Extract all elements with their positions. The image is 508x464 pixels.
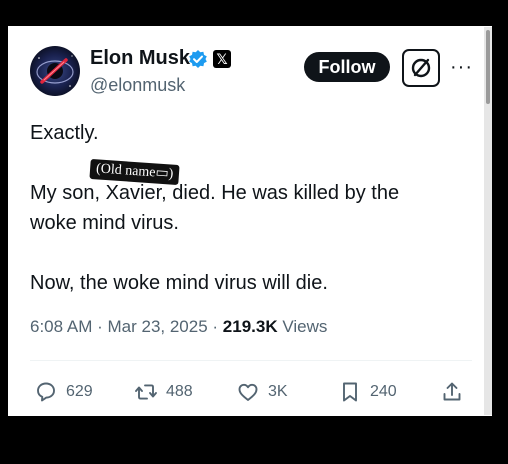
- tweet-text-line: Exactly.: [30, 122, 99, 144]
- author-handle[interactable]: @elonmusk: [90, 75, 185, 96]
- avatar[interactable]: [30, 46, 80, 96]
- tweet-content: Elon Musk 𝕏 @elonmusk Follow ··· Exactly…: [8, 26, 492, 416]
- like-button[interactable]: 3K: [236, 378, 288, 406]
- tweet-date[interactable]: Mar 23, 2025: [107, 317, 207, 336]
- divider: [30, 360, 472, 361]
- repost-count: 488: [166, 383, 193, 400]
- heart-icon: [238, 383, 258, 401]
- bookmark-count: 240: [370, 383, 397, 400]
- meta-separator: ·: [207, 317, 223, 336]
- tweet-text-line: My son, Xavier, died. He was killed by t…: [30, 182, 400, 204]
- more-options-icon[interactable]: ···: [450, 56, 473, 79]
- meta-separator: ·: [92, 317, 108, 336]
- author-name[interactable]: Elon Musk: [90, 47, 190, 70]
- share-button[interactable]: [440, 378, 464, 406]
- reply-icon: [37, 382, 55, 402]
- views-count: 219.3K: [222, 317, 278, 336]
- reply-button[interactable]: 629: [34, 378, 93, 406]
- reply-count: 629: [66, 383, 93, 400]
- follow-button[interactable]: Follow: [304, 52, 390, 82]
- tweet-text-line: woke mind virus.: [30, 212, 179, 234]
- bookmark-button[interactable]: 240: [338, 378, 397, 406]
- tweet-meta: 6:08 AM · Mar 23, 2025 · 219.3K Views: [30, 317, 327, 337]
- tweet-time[interactable]: 6:08 AM: [30, 317, 92, 336]
- bookmark-icon: [343, 382, 357, 402]
- like-count: 3K: [268, 383, 288, 400]
- repost-icon: [135, 384, 157, 400]
- repost-button[interactable]: 488: [134, 378, 193, 406]
- share-icon: [443, 382, 461, 401]
- verified-badge-icon: [188, 49, 208, 69]
- tweet-text-line: Now, the woke mind virus will die.: [30, 272, 328, 294]
- x-affiliate-badge-icon: 𝕏: [213, 50, 231, 68]
- grok-icon[interactable]: [402, 49, 440, 87]
- views-label: Views: [277, 317, 328, 336]
